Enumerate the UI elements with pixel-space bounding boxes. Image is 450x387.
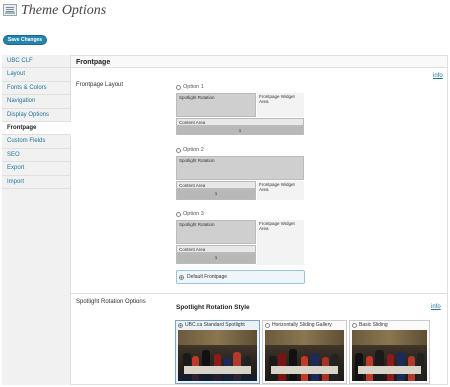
frontpage-layout-label: Frontpage Layout	[76, 82, 124, 88]
radio-selected-icon	[178, 322, 183, 328]
sidebar-item-seo[interactable]: SEO	[2, 149, 70, 163]
option-1-content-number: 1	[176, 126, 304, 135]
section-divider	[71, 293, 447, 294]
spotlight-style-ubc-standard[interactable]: UBC.ca Standard Spotlight	[175, 320, 260, 384]
spotlight-style-title: Spotlight Rotation Style	[176, 304, 250, 311]
option-1-label: Option 1	[183, 84, 204, 90]
spotlight-info-link[interactable]: info	[431, 304, 441, 310]
radio-icon	[176, 147, 181, 153]
sidebar-item-frontpage[interactable]: Frontpage	[2, 121, 71, 136]
sidebar-item-import[interactable]: Import	[2, 176, 70, 189]
sidebar-item-navigation[interactable]: Navigation	[2, 95, 70, 109]
sidebar-item-custom-fields[interactable]: Custom Fields	[2, 135, 70, 149]
sidebar-nav: UBC CLF Layout Fonts & Colors Navigation…	[2, 55, 71, 385]
option-3-spotlight-block: Spotlight Rotation	[176, 220, 256, 244]
spotlight-caption: Basic Sliding	[352, 322, 388, 328]
save-changes-button[interactable]: Save Changes	[3, 35, 47, 45]
spotlight-style-label: Horizontally Sliding Gallery	[272, 322, 332, 328]
ceremony-photo-thumbnail	[352, 330, 427, 381]
radio-selected-icon	[179, 274, 184, 280]
layout-info-link[interactable]: info	[433, 73, 443, 79]
option-1-content-block: Content Area	[176, 118, 304, 126]
radio-icon	[176, 84, 181, 90]
spotlight-caption: Horizontally Sliding Gallery	[265, 322, 332, 328]
sidebar-item-ubc-clf[interactable]: UBC CLF	[2, 55, 70, 69]
section-title: Frontpage	[76, 59, 111, 66]
option-3-content-block: Content Area	[176, 245, 256, 253]
default-frontpage-label: Default Frontpage	[187, 274, 228, 280]
radio-icon	[352, 322, 357, 328]
option-1-widget-block: Frontpage Widget Area	[257, 93, 304, 117]
option-2-radio[interactable]: Option 2	[176, 147, 204, 153]
default-frontpage-option[interactable]: Default Frontpage	[176, 270, 305, 284]
option-2-label: Option 2	[183, 147, 204, 153]
option-3-radio[interactable]: Option 3	[176, 211, 204, 217]
sidebar-item-layout[interactable]: Layout	[2, 68, 70, 82]
option-2-content-block: Content Area	[176, 181, 256, 189]
spotlight-style-horizontal-gallery[interactable]: Horizontally Sliding Gallery	[262, 320, 347, 384]
section-header	[71, 56, 447, 68]
spotlight-rotation-options-label: Spotlight Rotation Options	[76, 299, 146, 305]
spotlight-style-label: Basic Sliding	[359, 322, 388, 328]
spotlight-style-label: UBC.ca Standard Spotlight	[185, 322, 245, 328]
sidebar-item-display-options[interactable]: Display Options	[2, 109, 70, 122]
spotlight-style-basic-sliding[interactable]: Basic Sliding	[349, 320, 430, 384]
option-3-content-number: 1	[176, 253, 256, 264]
spotlight-caption: UBC.ca Standard Spotlight	[178, 322, 245, 328]
theme-options-icon	[3, 4, 17, 16]
sidebar-item-export[interactable]: Export	[2, 162, 70, 176]
option-2-content-number: 1	[176, 189, 256, 200]
option-1-spotlight-block: Spotlight Rotation	[176, 93, 256, 117]
ceremony-photo-thumbnail	[178, 330, 257, 381]
option-3-label: Option 3	[183, 211, 204, 217]
ceremony-photo-thumbnail	[265, 330, 344, 381]
page-title: Theme Options	[21, 3, 107, 18]
option-2-widget-block: Frontpage Widget Area	[257, 181, 304, 200]
radio-icon	[176, 211, 181, 217]
radio-icon	[265, 322, 270, 328]
option-3-widget-block: Frontpage Widget Area	[257, 220, 304, 265]
option-2-spotlight-block: Spotlight Rotation	[176, 156, 304, 180]
option-1-radio[interactable]: Option 1	[176, 84, 204, 90]
sidebar-item-fonts-colors[interactable]: Fonts & Colors	[2, 82, 70, 96]
